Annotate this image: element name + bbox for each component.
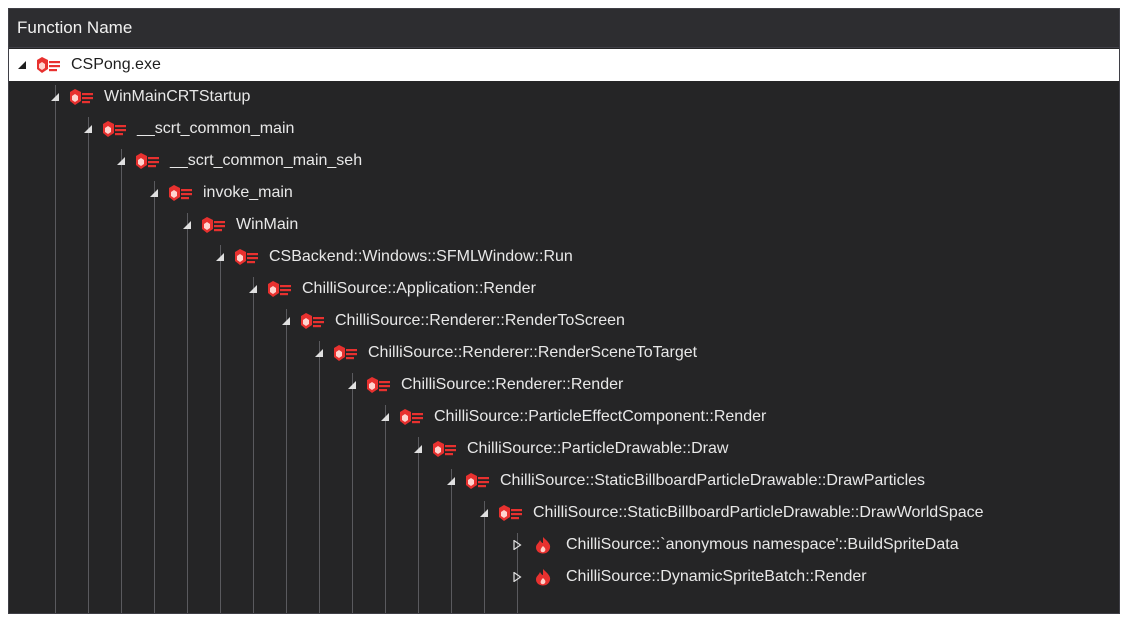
collapsed-triangle-icon[interactable] <box>510 538 524 552</box>
function-icon <box>431 440 457 458</box>
tree-row[interactable]: ChilliSource::Renderer::Render <box>9 369 1119 401</box>
tree-row[interactable]: WinMain <box>9 209 1119 241</box>
expanded-triangle-icon[interactable] <box>48 90 62 104</box>
tree-row[interactable]: ChilliSource::StaticBillboardParticleDra… <box>9 465 1119 497</box>
function-name-label: ChilliSource::`anonymous namespace'::Bui… <box>566 536 959 553</box>
function-name-label: __scrt_common_main_seh <box>170 152 363 169</box>
function-name-label: __scrt_common_main <box>137 120 295 137</box>
function-name-label: ChilliSource::StaticBillboardParticleDra… <box>500 472 926 489</box>
tree-row[interactable]: ChilliSource::Application::Render <box>9 273 1119 305</box>
function-name-label: ChilliSource::Application::Render <box>302 280 536 297</box>
function-name-label: WinMainCRTStartup <box>104 88 251 105</box>
tree-row[interactable]: ChilliSource::StaticBillboardParticleDra… <box>9 497 1119 529</box>
function-name-label: ChilliSource::StaticBillboardParticleDra… <box>533 504 984 521</box>
tree-row[interactable]: __scrt_common_main_seh <box>9 145 1119 177</box>
tree-row[interactable]: ChilliSource::Renderer::RenderToScreen <box>9 305 1119 337</box>
tree-row[interactable]: ChilliSource::`anonymous namespace'::Bui… <box>9 529 1119 561</box>
tree-row[interactable]: ChilliSource::Renderer::RenderSceneToTar… <box>9 337 1119 369</box>
collapsed-triangle-icon[interactable] <box>510 570 524 584</box>
function-icon <box>497 504 523 522</box>
expanded-triangle-icon[interactable] <box>279 314 293 328</box>
function-name-label: ChilliSource::ParticleEffectComponent::R… <box>434 408 767 425</box>
function-name-label: ChilliSource::DynamicSpriteBatch::Render <box>566 568 867 585</box>
function-icon <box>233 248 259 266</box>
hot-path-flame-icon <box>530 536 556 554</box>
function-icon <box>398 408 424 426</box>
expanded-triangle-icon[interactable] <box>411 442 425 456</box>
column-header-label: Function Name <box>17 18 133 37</box>
expanded-triangle-icon[interactable] <box>477 506 491 520</box>
tree-row[interactable]: CSBackend::Windows::SFMLWindow::Run <box>9 241 1119 273</box>
function-icon <box>101 120 127 138</box>
column-header-function-name[interactable]: Function Name <box>9 9 1119 48</box>
expanded-triangle-icon[interactable] <box>114 154 128 168</box>
expanded-triangle-icon[interactable] <box>246 282 260 296</box>
function-name-label: WinMain <box>236 216 299 233</box>
call-tree-panel: Function Name CSPong.exe WinMainCRTStart… <box>8 8 1120 614</box>
expanded-triangle-icon[interactable] <box>378 410 392 424</box>
function-icon <box>167 184 193 202</box>
tree-row[interactable]: __scrt_common_main <box>9 113 1119 145</box>
expanded-triangle-icon[interactable] <box>180 218 194 232</box>
expanded-triangle-icon[interactable] <box>15 58 29 72</box>
tree-row[interactable]: ChilliSource::ParticleDrawable::Draw <box>9 433 1119 465</box>
function-name-label: CSPong.exe <box>71 56 161 73</box>
function-name-label: invoke_main <box>203 184 293 201</box>
function-name-label: ChilliSource::Renderer::Render <box>401 376 624 393</box>
function-icon <box>464 472 490 490</box>
tree-row[interactable]: ChilliSource::ParticleEffectComponent::R… <box>9 401 1119 433</box>
expanded-triangle-icon[interactable] <box>213 250 227 264</box>
function-icon <box>299 312 325 330</box>
function-icon <box>365 376 391 394</box>
expanded-triangle-icon[interactable] <box>312 346 326 360</box>
tree-row[interactable]: WinMainCRTStartup <box>9 81 1119 113</box>
function-name-label: ChilliSource::ParticleDrawable::Draw <box>467 440 729 457</box>
function-name-label: CSBackend::Windows::SFMLWindow::Run <box>269 248 573 265</box>
function-icon <box>200 216 226 234</box>
function-name-label: ChilliSource::Renderer::RenderSceneToTar… <box>368 344 698 361</box>
hot-path-flame-icon <box>530 568 556 586</box>
tree-row[interactable]: invoke_main <box>9 177 1119 209</box>
tree-row[interactable]: ChilliSource::DynamicSpriteBatch::Render <box>9 561 1119 593</box>
function-icon <box>134 152 160 170</box>
function-icon <box>266 280 292 298</box>
function-icon <box>332 344 358 362</box>
function-name-label: ChilliSource::Renderer::RenderToScreen <box>335 312 625 329</box>
expanded-triangle-icon[interactable] <box>147 186 161 200</box>
tree-row[interactable]: CSPong.exe <box>9 49 1119 81</box>
expanded-triangle-icon[interactable] <box>81 122 95 136</box>
function-icon <box>35 56 61 74</box>
expanded-triangle-icon[interactable] <box>444 474 458 488</box>
expanded-triangle-icon[interactable] <box>345 378 359 392</box>
function-icon <box>68 88 94 106</box>
